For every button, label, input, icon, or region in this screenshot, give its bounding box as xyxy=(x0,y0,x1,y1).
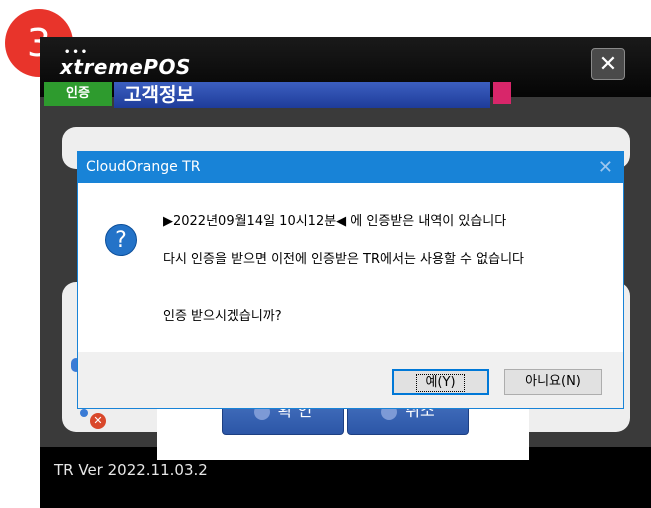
logo-text: xtremePOS xyxy=(60,55,191,79)
pink-tab xyxy=(493,82,511,104)
dialog-close-icon[interactable]: ✕ xyxy=(598,152,613,183)
close-button[interactable]: ✕ xyxy=(591,48,625,80)
dialog-message-line1: ▶2022년09월14일 10시12분◀ 에 인증받은 내역이 있습니다 xyxy=(163,214,507,229)
small-dot-icon xyxy=(80,409,88,417)
confirm-dialog: CloudOrange TR ✕ ? ▶2022년09월14일 10시12분◀ … xyxy=(77,151,624,409)
yes-button[interactable]: 예(Y) xyxy=(392,369,489,395)
logo-dots-icon: ••• xyxy=(64,47,90,58)
yes-label: 예(Y) xyxy=(416,374,465,392)
error-icon: ✕ xyxy=(90,413,106,429)
customer-info-title: 고객정보 xyxy=(114,82,490,108)
dialog-title-bar: CloudOrange TR ✕ xyxy=(78,152,623,183)
dialog-message-line2: 다시 인증을 받으면 이전에 인증받은 TR에서는 사용할 수 없습니다 xyxy=(163,252,524,267)
auth-tag: 인증 xyxy=(44,82,112,106)
no-button[interactable]: 아니요(N) xyxy=(504,369,602,395)
version-label: TR Ver 2022.11.03.2 xyxy=(54,461,208,479)
app-logo: ••• xtremePOS xyxy=(60,47,191,79)
dialog-title: CloudOrange TR xyxy=(86,159,201,175)
dialog-message-line3: 인증 받으시겠습니까? xyxy=(163,309,282,324)
no-label: 아니요(N) xyxy=(525,374,581,389)
question-icon: ? xyxy=(105,224,137,256)
